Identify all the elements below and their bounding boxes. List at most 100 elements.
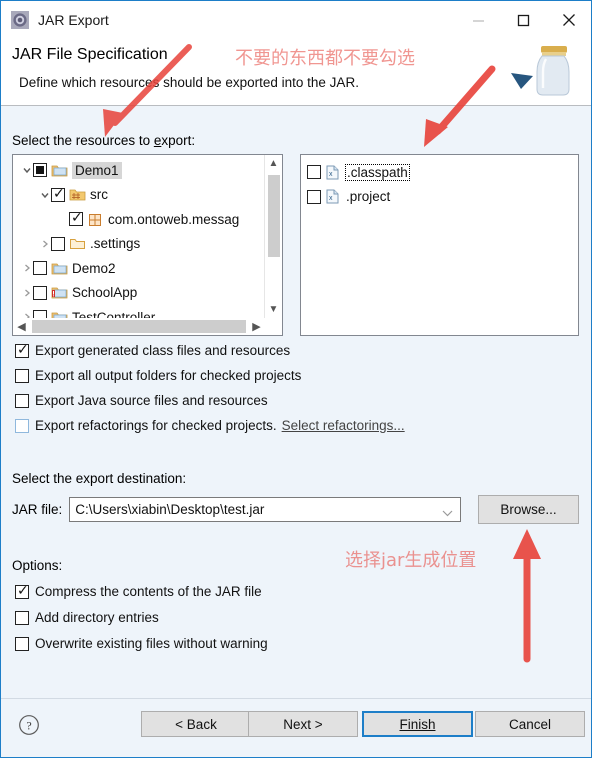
- option-label: Export refactorings for checked projects…: [35, 418, 277, 433]
- checkbox[interactable]: [15, 610, 29, 625]
- tree-row[interactable]: .settings: [17, 232, 265, 257]
- jar-file-combo[interactable]: C:\Users\xiabin\Desktop\test.jar: [69, 497, 462, 522]
- option-label: Add directory entries: [35, 610, 159, 625]
- select-resources-label: Select the resources to export:: [12, 133, 196, 148]
- chevron-right-icon[interactable]: [39, 238, 51, 250]
- option-overwrite-existing[interactable]: Overwrite existing files without warning: [15, 636, 268, 651]
- tree-checkbox[interactable]: [33, 163, 47, 178]
- tree-row[interactable]: ✓ com.ontoweb.messag: [17, 207, 265, 232]
- tree-item-label: .settings: [90, 236, 141, 252]
- cancel-label: Cancel: [508, 716, 552, 732]
- project-folder-icon: [51, 163, 68, 178]
- svg-text:?: ?: [26, 719, 31, 733]
- option-export-refactorings[interactable]: Export refactorings for checked projects…: [15, 418, 405, 433]
- annotation-bottom-note: 选择jar生成位置: [345, 550, 477, 571]
- tree-row[interactable]: Demo1: [17, 158, 265, 183]
- scroll-down-icon[interactable]: ▼: [265, 301, 282, 318]
- finish-button[interactable]: Finish: [362, 711, 473, 737]
- resources-tree[interactable]: Demo1 ✓ src ✓ com.ontoweb.messag .settin…: [12, 154, 283, 336]
- browse-label: Browse...: [500, 502, 557, 517]
- tree-item-label: Demo1: [72, 161, 122, 179]
- scroll-right-icon[interactable]: ▶: [248, 318, 265, 335]
- package-icon: [87, 212, 104, 227]
- svg-text:x: x: [329, 171, 333, 178]
- jar-export-icon: [11, 11, 29, 29]
- project-folder-icon: [51, 261, 68, 276]
- jar-file-value: C:\Users\xiabin\Desktop\test.jar: [75, 502, 265, 517]
- list-item[interactable]: x .project: [307, 185, 578, 210]
- file-checkbox[interactable]: [307, 189, 321, 204]
- browse-button[interactable]: Browse...: [478, 495, 579, 524]
- option-export-output-folders[interactable]: Export all output folders for checked pr…: [15, 368, 301, 383]
- chevron-down-icon[interactable]: [442, 505, 453, 520]
- option-export-java-source[interactable]: Export Java source files and resources: [15, 393, 268, 408]
- window-controls: [456, 1, 591, 39]
- option-label: Export generated class files and resourc…: [35, 343, 291, 358]
- title-bar: JAR Export: [1, 1, 591, 39]
- tree-row[interactable]: Demo2: [17, 256, 265, 281]
- dialog-body: Select the resources to export: Demo1 ✓ …: [1, 106, 591, 698]
- tree-row[interactable]: ✓ src: [17, 183, 265, 208]
- tree-checkbox[interactable]: [33, 285, 47, 300]
- tree-item-label: src: [90, 187, 108, 203]
- tree-vertical-scrollbar[interactable]: ▲ ▼: [264, 155, 282, 318]
- option-label: Export all output folders for checked pr…: [35, 368, 302, 383]
- chevron-down-icon[interactable]: [21, 164, 33, 176]
- tree-checkbox[interactable]: ✓: [51, 186, 65, 202]
- cancel-button[interactable]: Cancel: [475, 711, 585, 737]
- checkbox[interactable]: [15, 418, 29, 433]
- jar-export-dialog: JAR Export JAR File Specification Define…: [0, 0, 592, 758]
- scrollbar-thumb[interactable]: [268, 175, 280, 257]
- chevron-down-icon[interactable]: [39, 189, 51, 201]
- resource-files-list[interactable]: x .classpath x .project: [300, 154, 579, 336]
- option-add-directory-entries[interactable]: Add directory entries: [15, 610, 159, 625]
- svg-text:x: x: [329, 195, 333, 202]
- option-label: Export Java source files and resources: [35, 393, 268, 408]
- select-refactorings-link[interactable]: Select refactorings...: [282, 418, 405, 433]
- scrollbar-thumb[interactable]: [32, 320, 246, 333]
- file-checkbox[interactable]: [307, 165, 321, 180]
- scroll-left-icon[interactable]: ◀: [13, 318, 30, 335]
- maximize-icon[interactable]: [501, 1, 546, 39]
- option-export-class-files[interactable]: ✓ Export generated class files and resou…: [15, 342, 291, 358]
- jar-file-label: JAR file:: [12, 502, 63, 517]
- options-label: Options:: [12, 558, 63, 573]
- minimize-icon[interactable]: [456, 1, 501, 39]
- tree-item-label: com.ontoweb.messag: [108, 211, 240, 227]
- back-label: < Back: [175, 716, 217, 732]
- tree-checkbox[interactable]: ✓: [69, 210, 83, 227]
- xml-file-icon: x: [325, 189, 342, 204]
- next-button[interactable]: Next >: [248, 711, 358, 737]
- scroll-up-icon[interactable]: ▲: [265, 155, 282, 172]
- page-title: JAR File Specification: [12, 46, 168, 63]
- chevron-right-icon[interactable]: [21, 287, 33, 299]
- project-folder-error-icon: [51, 285, 68, 300]
- source-folder-icon: [69, 187, 86, 202]
- xml-file-icon: x: [325, 165, 342, 180]
- option-label: Overwrite existing files without warning: [35, 636, 268, 651]
- dialog-footer: ? < Back Next > Finish Cancel: [1, 698, 591, 757]
- tree-checkbox[interactable]: [33, 261, 47, 276]
- help-icon[interactable]: ?: [18, 714, 40, 736]
- chevron-right-icon[interactable]: [21, 262, 33, 274]
- checkbox[interactable]: ✓: [15, 583, 29, 599]
- destination-label: Select the export destination:: [12, 471, 187, 486]
- checkbox[interactable]: [15, 636, 29, 651]
- checkbox[interactable]: ✓: [15, 342, 29, 358]
- tree-checkbox[interactable]: [51, 236, 65, 251]
- page-subtitle: Define which resources should be exporte…: [19, 75, 359, 90]
- tree-horizontal-scrollbar[interactable]: ◀ ▶: [13, 318, 282, 335]
- checkbox[interactable]: [15, 368, 29, 383]
- back-button[interactable]: < Back: [141, 711, 251, 737]
- next-label: Next >: [283, 716, 323, 732]
- jar-file-row: JAR file: C:\Users\xiabin\Desktop\test.j…: [12, 497, 462, 522]
- annotation-top-note: 不要的东西都不要勾选: [235, 48, 415, 69]
- option-compress-contents[interactable]: ✓ Compress the contents of the JAR file: [15, 583, 262, 599]
- checkbox[interactable]: [15, 393, 29, 408]
- list-item[interactable]: x .classpath: [307, 160, 578, 185]
- list-item-label: .classpath: [345, 163, 410, 181]
- close-icon[interactable]: [546, 1, 591, 39]
- list-item-label: .project: [346, 189, 391, 205]
- finish-label: Finish: [399, 716, 436, 732]
- tree-row[interactable]: SchoolApp: [17, 281, 265, 306]
